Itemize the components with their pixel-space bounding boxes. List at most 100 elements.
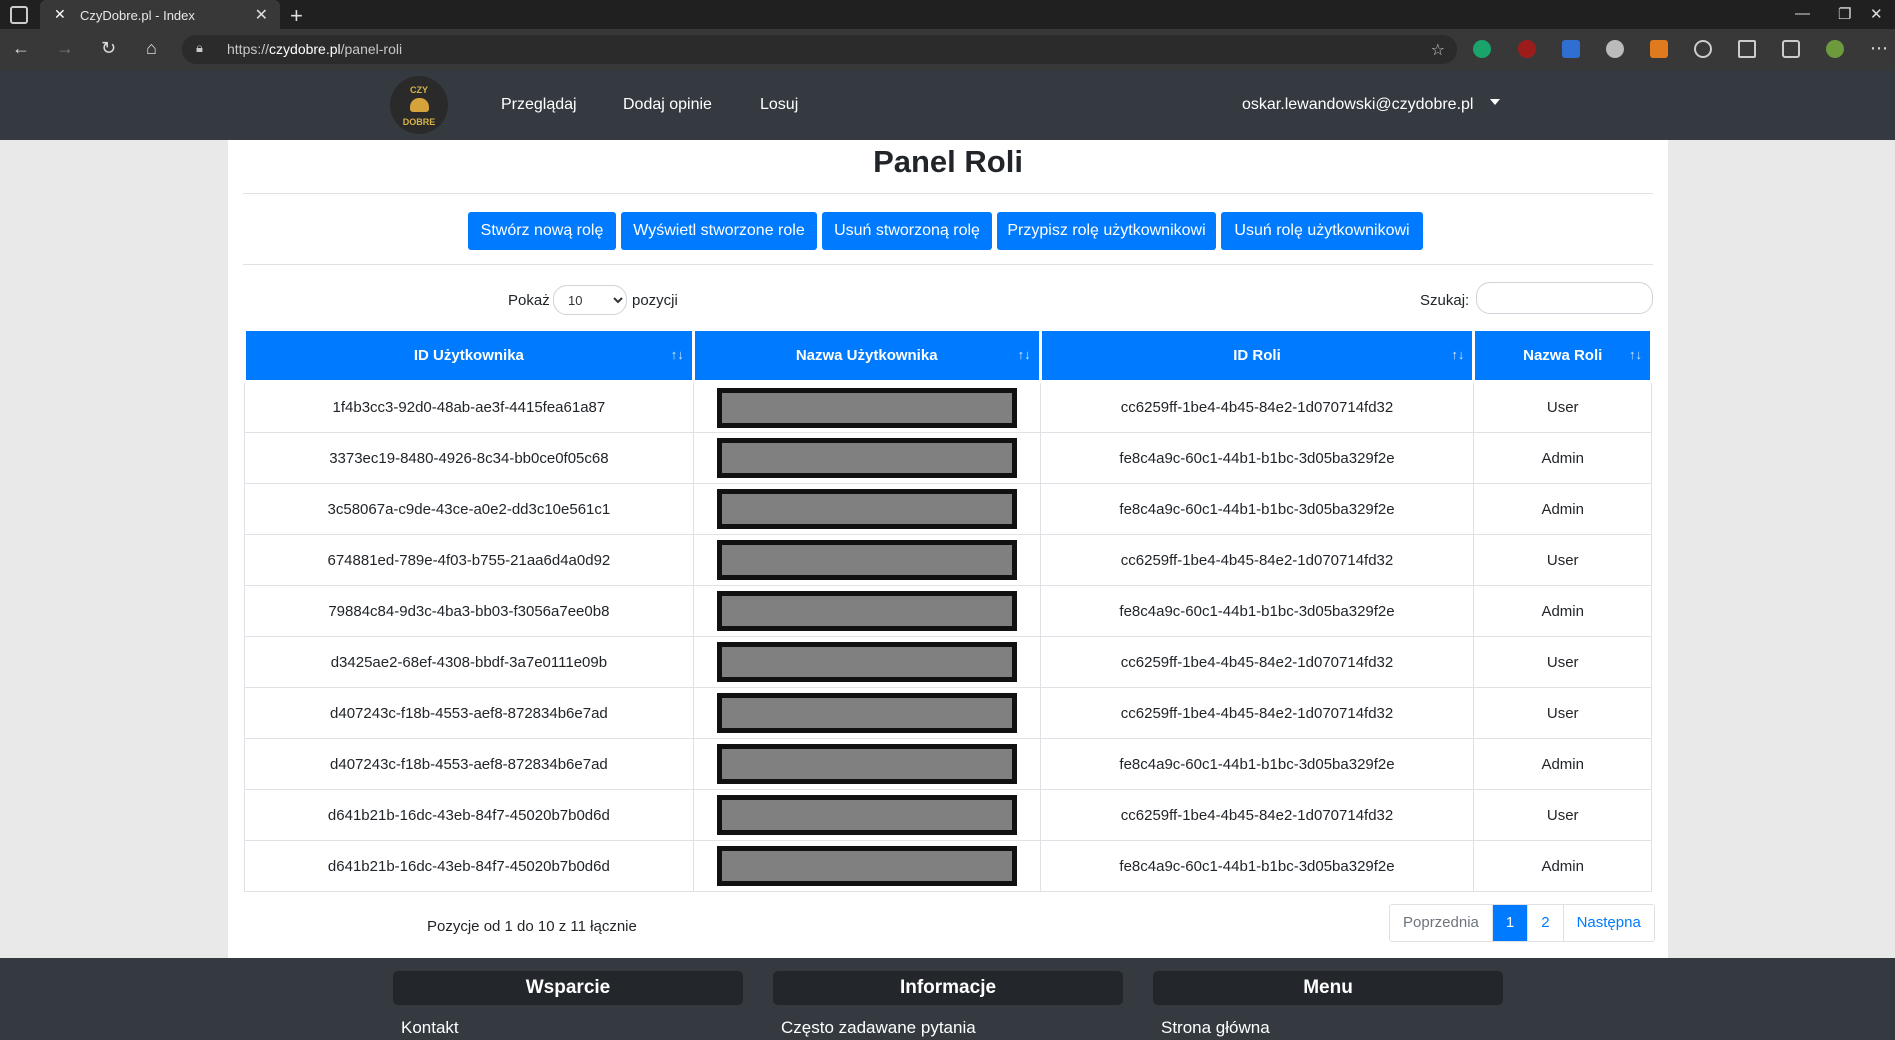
nav-link-add-review[interactable]: Dodaj opinie <box>623 96 712 114</box>
extension-shield-icon[interactable] <box>1473 40 1491 58</box>
collections-icon[interactable] <box>1782 40 1800 58</box>
site-footer: Wsparcie Informacje Menu Kontakt Często … <box>0 958 1895 1040</box>
cell-username <box>692 534 1041 586</box>
table-row: d641b21b-16dc-43eb-84f7-45020b7b0d6d cc62… <box>244 789 1652 841</box>
site-logo[interactable]: CZY DOBRE <box>390 76 448 134</box>
cell-username <box>692 789 1041 841</box>
cell-role-id: cc6259ff-1be4-4b45-84e2-1d070714fd32 <box>1039 534 1475 586</box>
cell-role-id: fe8c4a9c-60c1-44b1-b1bc-3d05ba329f2e <box>1039 585 1475 637</box>
cell-role-name: User <box>1473 534 1652 586</box>
col-header-username[interactable]: Nazwa Użytkownika ↑↓ <box>691 328 1042 383</box>
restore-icon[interactable]: ❐ <box>1838 5 1851 23</box>
favorite-star-icon[interactable]: ☆ <box>1431 40 1445 60</box>
home-icon[interactable]: ⌂ <box>146 38 157 59</box>
user-dropdown-caret-icon[interactable] <box>1490 99 1500 105</box>
redacted-username <box>716 387 1017 428</box>
divider <box>243 264 1653 265</box>
cell-user-id: 1f4b3cc3-92d0-48ab-ae3f-4415fea61a87 <box>244 381 694 433</box>
roles-table: ID Użytkownika ↑↓ Nazwa Użytkownika ↑↓ ID … <box>243 328 1653 892</box>
tab-close-icon[interactable]: ✕ <box>255 5 268 25</box>
reload-icon[interactable]: ↻ <box>101 38 116 59</box>
site-favicon-icon: ✕ <box>54 6 66 22</box>
footer-link-faq[interactable]: Często zadawane pytania <box>781 1018 976 1038</box>
table-row: 79884c84-9d3c-4ba3-bb03-f3056a7ee0b8 fe8c… <box>244 585 1652 637</box>
nav-link-random[interactable]: Losuj <box>760 96 798 114</box>
create-role-button[interactable]: Stwórz nową rolę <box>468 212 616 250</box>
cell-username <box>692 636 1041 688</box>
cell-username <box>692 432 1041 484</box>
profile-avatar-icon[interactable] <box>1826 40 1844 58</box>
redacted-username <box>716 846 1017 886</box>
lock-icon[interactable]: 🔒︎ <box>196 40 203 56</box>
new-tab-icon[interactable]: + <box>290 3 303 29</box>
burger-icon <box>410 98 429 112</box>
forward-icon[interactable]: → <box>56 38 74 59</box>
table-row: 3373ec19-8480-4926-8c34-bb0ce0f05c68 fe8c… <box>244 432 1652 484</box>
favorites-icon[interactable] <box>1738 40 1756 58</box>
more-menu-icon[interactable]: ⋯ <box>1870 38 1888 59</box>
assign-role-button[interactable]: Przypisz rolę użytkownikowi <box>997 212 1216 250</box>
footer-link-contact[interactable]: Kontakt <box>401 1018 459 1038</box>
show-label: Pokaż <box>508 292 550 309</box>
cell-role-id: fe8c4a9c-60c1-44b1-b1bc-3d05ba329f2e <box>1039 738 1475 790</box>
table-row: d407243c-f18b-4553-aef8-872834b6e7ad fe8c… <box>244 738 1652 790</box>
user-menu[interactable]: oskar.lewandowski@czydobre.pl <box>1242 96 1473 114</box>
extension-ublock-icon[interactable] <box>1518 40 1536 58</box>
window-close-icon[interactable]: ✕ <box>1870 5 1883 23</box>
pagination-previous[interactable]: Poprzednia <box>1390 905 1493 941</box>
redacted-username <box>716 591 1017 631</box>
pagination-next[interactable]: Następna <box>1564 905 1654 941</box>
table-header-row: ID Użytkownika ↑↓ Nazwa Użytkownika ↑↓ ID … <box>243 328 1653 383</box>
search-label: Szukaj: <box>1420 292 1470 309</box>
remove-user-role-button[interactable]: Usuń rolę użytkownikowi <box>1221 212 1423 250</box>
cell-role-id: fe8c4a9c-60c1-44b1-b1bc-3d05ba329f2e <box>1039 483 1475 535</box>
footer-heading-menu: Menu <box>1153 971 1503 1005</box>
col-header-role-id[interactable]: ID Roli ↑↓ <box>1038 328 1476 383</box>
table-row: 674881ed-789e-4f03-b755-21aa6d4a0d92 cc62… <box>244 534 1652 586</box>
tab-actions-icon[interactable] <box>10 6 28 24</box>
cell-username <box>692 381 1041 433</box>
cell-role-name: Admin <box>1473 840 1652 892</box>
sort-icon: ↑↓ <box>1017 347 1031 362</box>
entries-label: pozycji <box>632 292 678 309</box>
main-panel: Panel Roli Stwórz nową rolę Wyświetl stw… <box>228 140 1668 958</box>
sort-icon: ↑↓ <box>1451 347 1465 362</box>
table-body: 1f4b3cc3-92d0-48ab-ae3f-4415fea61a87 cc62… <box>244 381 1652 892</box>
col-header-role-name[interactable]: Nazwa Roli ↑↓ <box>1472 328 1653 383</box>
cell-user-id: 79884c84-9d3c-4ba3-bb03-f3056a7ee0b8 <box>244 585 694 637</box>
col-header-user-id[interactable]: ID Użytkownika ↑↓ <box>243 328 695 383</box>
pagination-page-2[interactable]: 2 <box>1528 905 1564 941</box>
footer-link-home[interactable]: Strona główna <box>1161 1018 1270 1038</box>
divider <box>243 193 1653 194</box>
cell-role-id: cc6259ff-1be4-4b45-84e2-1d070714fd32 <box>1039 687 1475 739</box>
search-input[interactable] <box>1476 282 1653 314</box>
table-row: d641b21b-16dc-43eb-84f7-45020b7b0d6d fe8c… <box>244 840 1652 892</box>
page-length-select[interactable]: 10 <box>553 285 627 315</box>
table-row: d407243c-f18b-4553-aef8-872834b6e7ad cc62… <box>244 687 1652 739</box>
cell-role-name: Admin <box>1473 585 1652 637</box>
cell-role-id: cc6259ff-1be4-4b45-84e2-1d070714fd32 <box>1039 381 1475 433</box>
cell-username <box>692 840 1041 892</box>
sort-icon: ↑↓ <box>1629 347 1642 362</box>
table-info: Pozycje od 1 do 10 z 11 łącznie <box>427 918 637 935</box>
cell-username <box>692 585 1041 637</box>
sort-icon: ↑↓ <box>670 347 684 362</box>
extension-gear-icon[interactable] <box>1606 40 1624 58</box>
header-label: Nazwa Roli <box>1523 347 1603 364</box>
extension-translate-icon[interactable] <box>1562 40 1580 58</box>
pagination-page-1[interactable]: 1 <box>1492 905 1529 941</box>
extensions-puzzle-icon[interactable] <box>1694 40 1712 58</box>
site-navbar: CZY DOBRE Przeglądaj Dodaj opinie Losuj … <box>0 70 1895 140</box>
nav-link-browse[interactable]: Przeglądaj <box>501 96 577 114</box>
cell-role-name: User <box>1473 381 1652 433</box>
minimize-icon[interactable]: — <box>1795 5 1810 22</box>
browser-tab[interactable]: ✕ CzyDobre.pl - Index ✕ <box>40 0 280 29</box>
delete-role-button[interactable]: Usuń stworzoną rolę <box>822 212 992 250</box>
cell-user-id: 3c58067a-c9de-43ce-a0e2-dd3c10e561c1 <box>244 483 694 535</box>
redacted-username <box>716 489 1017 529</box>
address-bar[interactable]: 🔒︎ https://czydobre.pl/panel-roli ☆ <box>182 35 1457 64</box>
extension-orange-icon[interactable] <box>1650 40 1668 58</box>
show-roles-button[interactable]: Wyświetl stworzone role <box>621 212 817 250</box>
footer-heading-info: Informacje <box>773 971 1123 1005</box>
back-icon[interactable]: ← <box>12 38 30 59</box>
